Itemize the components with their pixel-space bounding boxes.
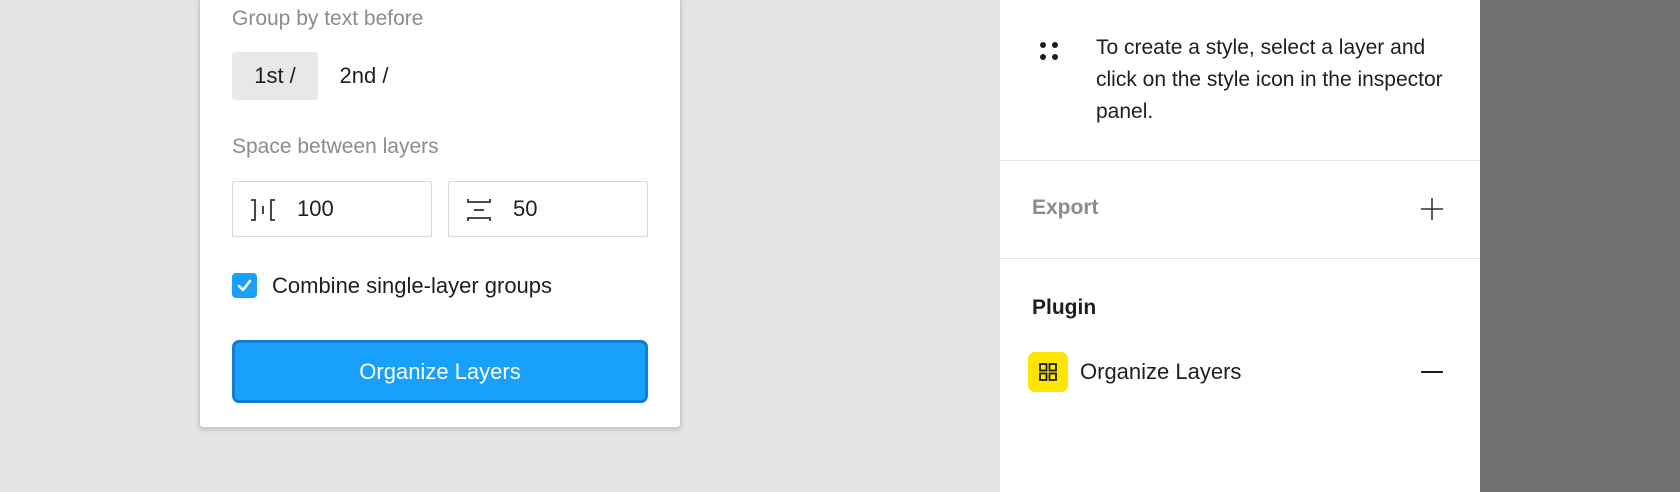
check-icon	[237, 279, 252, 292]
minus-icon[interactable]	[1420, 360, 1444, 384]
canvas-dark-strip	[1480, 0, 1680, 492]
segment-1st[interactable]: 1st /	[232, 52, 318, 100]
group-by-label: Group by text before	[232, 7, 424, 30]
plugin-grid-icon	[1028, 352, 1068, 392]
combine-label[interactable]: Combine single-layer groups	[272, 273, 552, 298]
space-between-label: Space between layers	[232, 135, 439, 158]
plus-icon[interactable]	[1420, 197, 1444, 221]
plugin-name: Organize Layers	[1080, 359, 1242, 384]
canvas-area: Group by text before 1st / 2nd / Space b…	[0, 0, 1000, 492]
vertical-spacing-value: 50	[513, 196, 538, 221]
plugin-title: Plugin	[1032, 296, 1097, 319]
vertical-spacing-field[interactable]: 50	[448, 181, 648, 237]
segment-2nd[interactable]: 2nd /	[330, 52, 398, 100]
organize-layers-button[interactable]: Organize Layers	[232, 340, 648, 403]
styles-hint: To create a style, select a layer and cl…	[1096, 36, 1443, 123]
horizontal-spacing-icon	[251, 199, 275, 221]
export-title: Export	[1032, 196, 1099, 219]
export-section: Export	[1000, 161, 1480, 259]
styles-section: To create a style, select a layer and cl…	[1000, 0, 1480, 161]
styles-icon	[1040, 42, 1058, 60]
horizontal-spacing-field[interactable]: 100	[232, 181, 432, 237]
plugin-section: Plugin Organize Layers	[1000, 260, 1480, 492]
vertical-spacing-icon	[467, 199, 491, 221]
plugin-item-organize-layers[interactable]: Organize Layers	[1028, 352, 1452, 392]
inspector-panel: To create a style, select a layer and cl…	[1000, 0, 1480, 492]
combine-checkbox[interactable]	[232, 273, 257, 298]
plugin-panel: Group by text before 1st / 2nd / Space b…	[199, 0, 681, 428]
horizontal-spacing-value: 100	[297, 196, 334, 221]
